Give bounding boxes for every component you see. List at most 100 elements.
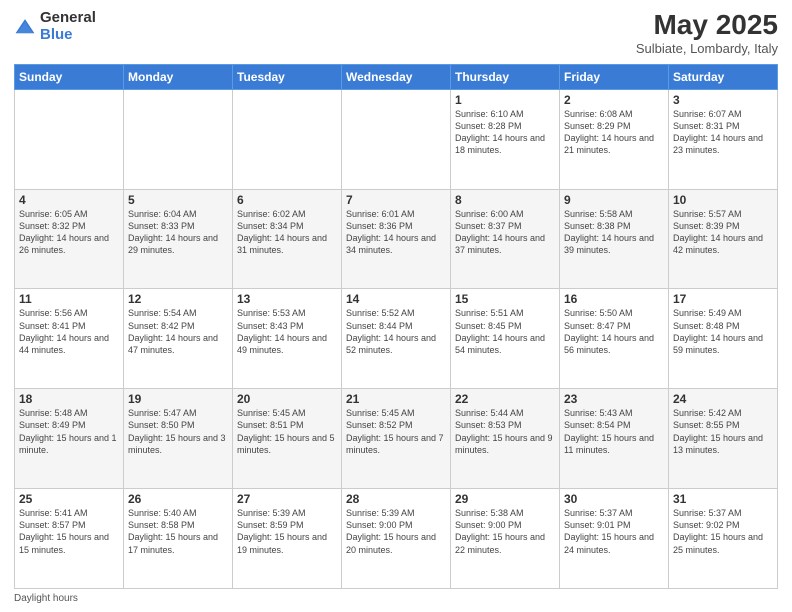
day-info: Sunrise: 6:07 AM Sunset: 8:31 PM Dayligh… xyxy=(673,108,773,157)
day-info: Sunrise: 6:10 AM Sunset: 8:28 PM Dayligh… xyxy=(455,108,555,157)
day-info: Sunrise: 5:47 AM Sunset: 8:50 PM Dayligh… xyxy=(128,407,228,456)
calendar-cell: 28Sunrise: 5:39 AM Sunset: 9:00 PM Dayli… xyxy=(342,489,451,589)
day-number: 17 xyxy=(673,292,773,306)
day-info: Sunrise: 5:58 AM Sunset: 8:38 PM Dayligh… xyxy=(564,208,664,257)
day-info: Sunrise: 5:48 AM Sunset: 8:49 PM Dayligh… xyxy=(19,407,119,456)
calendar-cell: 9Sunrise: 5:58 AM Sunset: 8:38 PM Daylig… xyxy=(560,189,669,289)
day-number: 4 xyxy=(19,193,119,207)
calendar-cell: 21Sunrise: 5:45 AM Sunset: 8:52 PM Dayli… xyxy=(342,389,451,489)
logo: General Blue xyxy=(14,10,96,43)
day-info: Sunrise: 5:51 AM Sunset: 8:45 PM Dayligh… xyxy=(455,307,555,356)
day-info: Sunrise: 5:45 AM Sunset: 8:51 PM Dayligh… xyxy=(237,407,337,456)
day-number: 8 xyxy=(455,193,555,207)
calendar-cell: 23Sunrise: 5:43 AM Sunset: 8:54 PM Dayli… xyxy=(560,389,669,489)
day-info: Sunrise: 6:01 AM Sunset: 8:36 PM Dayligh… xyxy=(346,208,446,257)
day-info: Sunrise: 5:43 AM Sunset: 8:54 PM Dayligh… xyxy=(564,407,664,456)
weekday-header-saturday: Saturday xyxy=(669,64,778,89)
calendar-cell: 3Sunrise: 6:07 AM Sunset: 8:31 PM Daylig… xyxy=(669,89,778,189)
footer-note: Daylight hours xyxy=(14,593,778,604)
day-number: 20 xyxy=(237,392,337,406)
day-info: Sunrise: 5:37 AM Sunset: 9:01 PM Dayligh… xyxy=(564,507,664,556)
calendar-cell: 27Sunrise: 5:39 AM Sunset: 8:59 PM Dayli… xyxy=(233,489,342,589)
calendar-cell: 25Sunrise: 5:41 AM Sunset: 8:57 PM Dayli… xyxy=(15,489,124,589)
calendar-cell: 15Sunrise: 5:51 AM Sunset: 8:45 PM Dayli… xyxy=(451,289,560,389)
calendar-cell: 8Sunrise: 6:00 AM Sunset: 8:37 PM Daylig… xyxy=(451,189,560,289)
weekday-header-sunday: Sunday xyxy=(15,64,124,89)
day-number: 29 xyxy=(455,492,555,506)
day-number: 2 xyxy=(564,93,664,107)
day-number: 16 xyxy=(564,292,664,306)
calendar-week-row: 18Sunrise: 5:48 AM Sunset: 8:49 PM Dayli… xyxy=(15,389,778,489)
month-title: May 2025 xyxy=(636,10,778,41)
day-number: 10 xyxy=(673,193,773,207)
calendar-cell: 6Sunrise: 6:02 AM Sunset: 8:34 PM Daylig… xyxy=(233,189,342,289)
calendar-cell: 22Sunrise: 5:44 AM Sunset: 8:53 PM Dayli… xyxy=(451,389,560,489)
calendar-cell: 14Sunrise: 5:52 AM Sunset: 8:44 PM Dayli… xyxy=(342,289,451,389)
calendar-cell: 13Sunrise: 5:53 AM Sunset: 8:43 PM Dayli… xyxy=(233,289,342,389)
calendar-cell: 17Sunrise: 5:49 AM Sunset: 8:48 PM Dayli… xyxy=(669,289,778,389)
location-subtitle: Sulbiate, Lombardy, Italy xyxy=(636,41,778,56)
calendar-cell: 10Sunrise: 5:57 AM Sunset: 8:39 PM Dayli… xyxy=(669,189,778,289)
day-info: Sunrise: 5:49 AM Sunset: 8:48 PM Dayligh… xyxy=(673,307,773,356)
day-number: 18 xyxy=(19,392,119,406)
calendar-cell: 1Sunrise: 6:10 AM Sunset: 8:28 PM Daylig… xyxy=(451,89,560,189)
calendar-week-row: 1Sunrise: 6:10 AM Sunset: 8:28 PM Daylig… xyxy=(15,89,778,189)
day-number: 27 xyxy=(237,492,337,506)
day-number: 3 xyxy=(673,93,773,107)
weekday-header-wednesday: Wednesday xyxy=(342,64,451,89)
day-info: Sunrise: 6:08 AM Sunset: 8:29 PM Dayligh… xyxy=(564,108,664,157)
day-number: 21 xyxy=(346,392,446,406)
day-number: 28 xyxy=(346,492,446,506)
day-info: Sunrise: 5:50 AM Sunset: 8:47 PM Dayligh… xyxy=(564,307,664,356)
day-info: Sunrise: 5:37 AM Sunset: 9:02 PM Dayligh… xyxy=(673,507,773,556)
page: General Blue May 2025 Sulbiate, Lombardy… xyxy=(0,0,792,612)
calendar-cell: 20Sunrise: 5:45 AM Sunset: 8:51 PM Dayli… xyxy=(233,389,342,489)
calendar-cell: 7Sunrise: 6:01 AM Sunset: 8:36 PM Daylig… xyxy=(342,189,451,289)
day-number: 25 xyxy=(19,492,119,506)
day-info: Sunrise: 5:44 AM Sunset: 8:53 PM Dayligh… xyxy=(455,407,555,456)
day-info: Sunrise: 5:45 AM Sunset: 8:52 PM Dayligh… xyxy=(346,407,446,456)
calendar-cell xyxy=(342,89,451,189)
calendar-cell: 11Sunrise: 5:56 AM Sunset: 8:41 PM Dayli… xyxy=(15,289,124,389)
day-info: Sunrise: 5:57 AM Sunset: 8:39 PM Dayligh… xyxy=(673,208,773,257)
day-number: 19 xyxy=(128,392,228,406)
weekday-header-thursday: Thursday xyxy=(451,64,560,89)
logo-blue-text: Blue xyxy=(40,27,96,44)
day-number: 14 xyxy=(346,292,446,306)
calendar-cell: 31Sunrise: 5:37 AM Sunset: 9:02 PM Dayli… xyxy=(669,489,778,589)
day-info: Sunrise: 6:00 AM Sunset: 8:37 PM Dayligh… xyxy=(455,208,555,257)
calendar-cell xyxy=(15,89,124,189)
day-info: Sunrise: 5:39 AM Sunset: 9:00 PM Dayligh… xyxy=(346,507,446,556)
calendar-cell: 26Sunrise: 5:40 AM Sunset: 8:58 PM Dayli… xyxy=(124,489,233,589)
day-number: 31 xyxy=(673,492,773,506)
title-block: May 2025 Sulbiate, Lombardy, Italy xyxy=(636,10,778,56)
day-info: Sunrise: 5:41 AM Sunset: 8:57 PM Dayligh… xyxy=(19,507,119,556)
calendar-cell: 18Sunrise: 5:48 AM Sunset: 8:49 PM Dayli… xyxy=(15,389,124,489)
day-number: 1 xyxy=(455,93,555,107)
day-info: Sunrise: 5:52 AM Sunset: 8:44 PM Dayligh… xyxy=(346,307,446,356)
day-number: 5 xyxy=(128,193,228,207)
calendar-week-row: 4Sunrise: 6:05 AM Sunset: 8:32 PM Daylig… xyxy=(15,189,778,289)
day-number: 6 xyxy=(237,193,337,207)
day-number: 15 xyxy=(455,292,555,306)
calendar-cell: 30Sunrise: 5:37 AM Sunset: 9:01 PM Dayli… xyxy=(560,489,669,589)
day-info: Sunrise: 5:54 AM Sunset: 8:42 PM Dayligh… xyxy=(128,307,228,356)
calendar-cell: 12Sunrise: 5:54 AM Sunset: 8:42 PM Dayli… xyxy=(124,289,233,389)
logo-text: General Blue xyxy=(40,10,96,43)
calendar-week-row: 11Sunrise: 5:56 AM Sunset: 8:41 PM Dayli… xyxy=(15,289,778,389)
day-info: Sunrise: 5:42 AM Sunset: 8:55 PM Dayligh… xyxy=(673,407,773,456)
day-info: Sunrise: 5:40 AM Sunset: 8:58 PM Dayligh… xyxy=(128,507,228,556)
day-number: 13 xyxy=(237,292,337,306)
day-number: 23 xyxy=(564,392,664,406)
day-info: Sunrise: 5:56 AM Sunset: 8:41 PM Dayligh… xyxy=(19,307,119,356)
header: General Blue May 2025 Sulbiate, Lombardy… xyxy=(14,10,778,56)
calendar-cell: 2Sunrise: 6:08 AM Sunset: 8:29 PM Daylig… xyxy=(560,89,669,189)
weekday-header-row: SundayMondayTuesdayWednesdayThursdayFrid… xyxy=(15,64,778,89)
day-info: Sunrise: 6:05 AM Sunset: 8:32 PM Dayligh… xyxy=(19,208,119,257)
day-info: Sunrise: 5:53 AM Sunset: 8:43 PM Dayligh… xyxy=(237,307,337,356)
calendar-table: SundayMondayTuesdayWednesdayThursdayFrid… xyxy=(14,64,778,589)
weekday-header-monday: Monday xyxy=(124,64,233,89)
day-number: 26 xyxy=(128,492,228,506)
calendar-week-row: 25Sunrise: 5:41 AM Sunset: 8:57 PM Dayli… xyxy=(15,489,778,589)
day-number: 7 xyxy=(346,193,446,207)
